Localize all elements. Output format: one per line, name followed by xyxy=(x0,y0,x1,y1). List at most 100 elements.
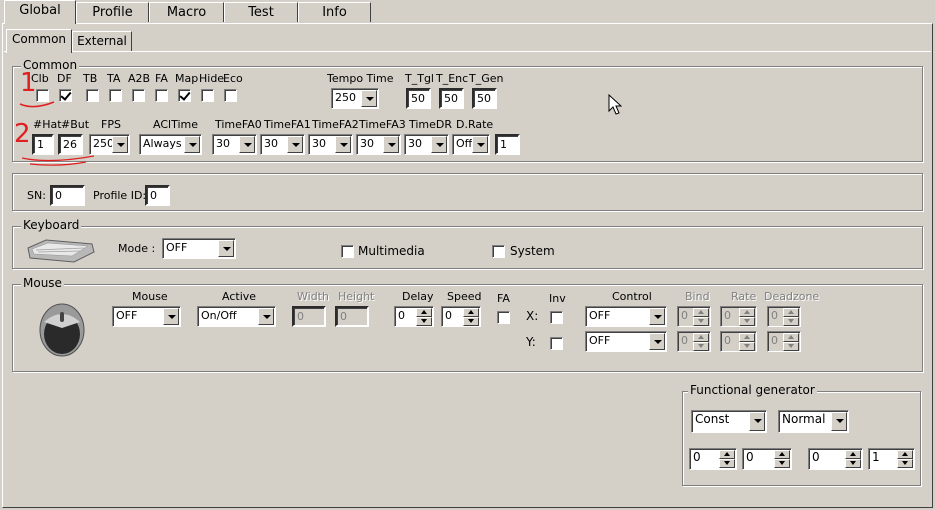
deadzone-x-spinner[interactable]: 0 xyxy=(767,306,801,327)
chevron-down-icon[interactable] xyxy=(831,412,847,431)
chevron-down-icon[interactable] xyxy=(239,136,255,153)
chevron-down-icon[interactable] xyxy=(383,136,399,153)
keyboard-mode-select[interactable]: OFF xyxy=(162,238,236,259)
t-tgl-input[interactable]: 50 xyxy=(406,88,431,109)
spin-down-icon[interactable] xyxy=(897,459,913,468)
fg-type-select[interactable]: Const xyxy=(691,410,767,433)
height-input[interactable]: 0 xyxy=(335,306,369,327)
fg-spinner-2[interactable]: 0 xyxy=(742,448,792,470)
t-enc-input[interactable]: 50 xyxy=(439,88,464,109)
system-checkbox[interactable] xyxy=(492,245,505,258)
fg-spinner-3[interactable]: 0 xyxy=(808,448,863,470)
spin-up-icon[interactable] xyxy=(845,450,861,459)
deadzone-y-spinner[interactable]: 0 xyxy=(767,331,801,352)
drate-label: D.Rate xyxy=(456,118,494,131)
tab-global[interactable]: Global xyxy=(4,0,76,24)
spin-up-icon[interactable] xyxy=(693,308,709,317)
fg-spinner-4[interactable]: 1 xyxy=(868,448,915,470)
spin-up-icon[interactable] xyxy=(774,450,790,459)
control-y-select[interactable]: OFF xyxy=(585,331,667,352)
tab-profile[interactable]: Profile xyxy=(76,2,149,22)
spin-up-icon[interactable] xyxy=(739,308,755,317)
spin-up-icon[interactable] xyxy=(783,333,799,342)
chevron-down-icon[interactable] xyxy=(361,90,377,107)
chevron-down-icon[interactable] xyxy=(649,333,665,350)
spin-down-icon[interactable] xyxy=(774,459,790,468)
chevron-down-icon[interactable] xyxy=(184,136,200,153)
width-input[interactable]: 0 xyxy=(292,306,326,327)
flag-checkbox-hide[interactable] xyxy=(201,89,214,102)
spin-down-icon[interactable] xyxy=(783,342,799,351)
chevron-down-icon[interactable] xyxy=(218,240,234,257)
timedr-select[interactable]: 30 xyxy=(404,134,449,155)
spin-down-icon[interactable] xyxy=(783,317,799,326)
chevron-down-icon[interactable] xyxy=(258,308,274,325)
flag-checkbox-map[interactable] xyxy=(178,89,191,102)
annotation-two: 2 xyxy=(14,119,31,149)
profile-id-input[interactable]: 0 xyxy=(145,185,170,206)
spin-up-icon[interactable] xyxy=(416,308,432,317)
t-enc-label: T_Enc xyxy=(436,72,469,85)
tab-test[interactable]: Test xyxy=(224,2,298,22)
speed-spinner[interactable]: 0 xyxy=(441,306,481,327)
subtab-external[interactable]: External xyxy=(72,31,132,51)
mouse-mode-select[interactable]: OFF xyxy=(112,306,181,327)
fg-mode-select[interactable]: Normal xyxy=(778,410,849,433)
delay-spinner[interactable]: 0 xyxy=(394,306,434,327)
timefa1-select[interactable]: 30 xyxy=(260,134,305,155)
bind-x-spinner[interactable]: 0 xyxy=(677,306,711,327)
drate-select[interactable]: Off xyxy=(452,134,490,155)
timefa0-select[interactable]: 30 xyxy=(212,134,257,155)
flag-checkbox-a2b[interactable] xyxy=(132,89,145,102)
tempo-time-select[interactable]: 250 xyxy=(331,88,379,109)
timefa3-select[interactable]: 30 xyxy=(356,134,401,155)
chevron-down-icon[interactable] xyxy=(472,136,488,153)
acltime-select[interactable]: Always xyxy=(139,134,202,155)
flag-checkbox-tb[interactable] xyxy=(86,89,99,102)
spin-up-icon[interactable] xyxy=(739,333,755,342)
rate-y-spinner[interactable]: 0 xyxy=(720,331,757,352)
bind-y-spinner[interactable]: 0 xyxy=(677,331,711,352)
spin-down-icon[interactable] xyxy=(416,317,432,326)
fa-checkbox[interactable] xyxy=(497,311,510,324)
spin-up-icon[interactable] xyxy=(897,450,913,459)
spin-up-icon[interactable] xyxy=(719,450,735,459)
multimedia-checkbox[interactable] xyxy=(341,245,354,258)
spin-down-icon[interactable] xyxy=(845,459,861,468)
spin-down-icon[interactable] xyxy=(693,342,709,351)
flag-checkbox-eco[interactable] xyxy=(224,89,237,102)
sn-input[interactable]: 0 xyxy=(50,185,85,206)
chevron-down-icon[interactable] xyxy=(749,412,765,431)
functional-generator-group: Functional generator xyxy=(682,383,921,486)
flag-checkbox-df[interactable] xyxy=(59,89,72,102)
active-select[interactable]: On/Off xyxy=(197,306,276,327)
fg-spinner-1[interactable]: 0 xyxy=(689,448,737,470)
timefa2-select[interactable]: 30 xyxy=(308,134,353,155)
chevron-down-icon[interactable] xyxy=(335,136,351,153)
spin-down-icon[interactable] xyxy=(719,459,735,468)
inv-y-checkbox[interactable] xyxy=(550,337,563,350)
spin-up-icon[interactable] xyxy=(693,333,709,342)
flag-checkbox-fa[interactable] xyxy=(155,89,168,102)
chevron-down-icon[interactable] xyxy=(287,136,303,153)
control-x-select[interactable]: OFF xyxy=(585,306,667,327)
chevron-down-icon[interactable] xyxy=(431,136,447,153)
rate-x-spinner[interactable]: 0 xyxy=(720,306,757,327)
chevron-down-icon[interactable] xyxy=(112,136,128,153)
drate-input[interactable]: 1 xyxy=(495,134,520,155)
spin-down-icon[interactable] xyxy=(739,317,755,326)
flag-checkbox-ta[interactable] xyxy=(109,89,122,102)
inv-x-checkbox[interactable] xyxy=(550,311,563,324)
t-gen-input[interactable]: 50 xyxy=(472,88,497,109)
spin-up-icon[interactable] xyxy=(463,308,479,317)
chevron-down-icon[interactable] xyxy=(163,308,179,325)
but-label: #But xyxy=(61,118,90,131)
tab-info[interactable]: Info xyxy=(298,2,371,22)
spin-down-icon[interactable] xyxy=(693,317,709,326)
spin-down-icon[interactable] xyxy=(739,342,755,351)
chevron-down-icon[interactable] xyxy=(649,308,665,325)
tab-macro[interactable]: Macro xyxy=(149,2,224,22)
spin-up-icon[interactable] xyxy=(783,308,799,317)
spin-down-icon[interactable] xyxy=(463,317,479,326)
subtab-common[interactable]: Common xyxy=(6,29,72,53)
